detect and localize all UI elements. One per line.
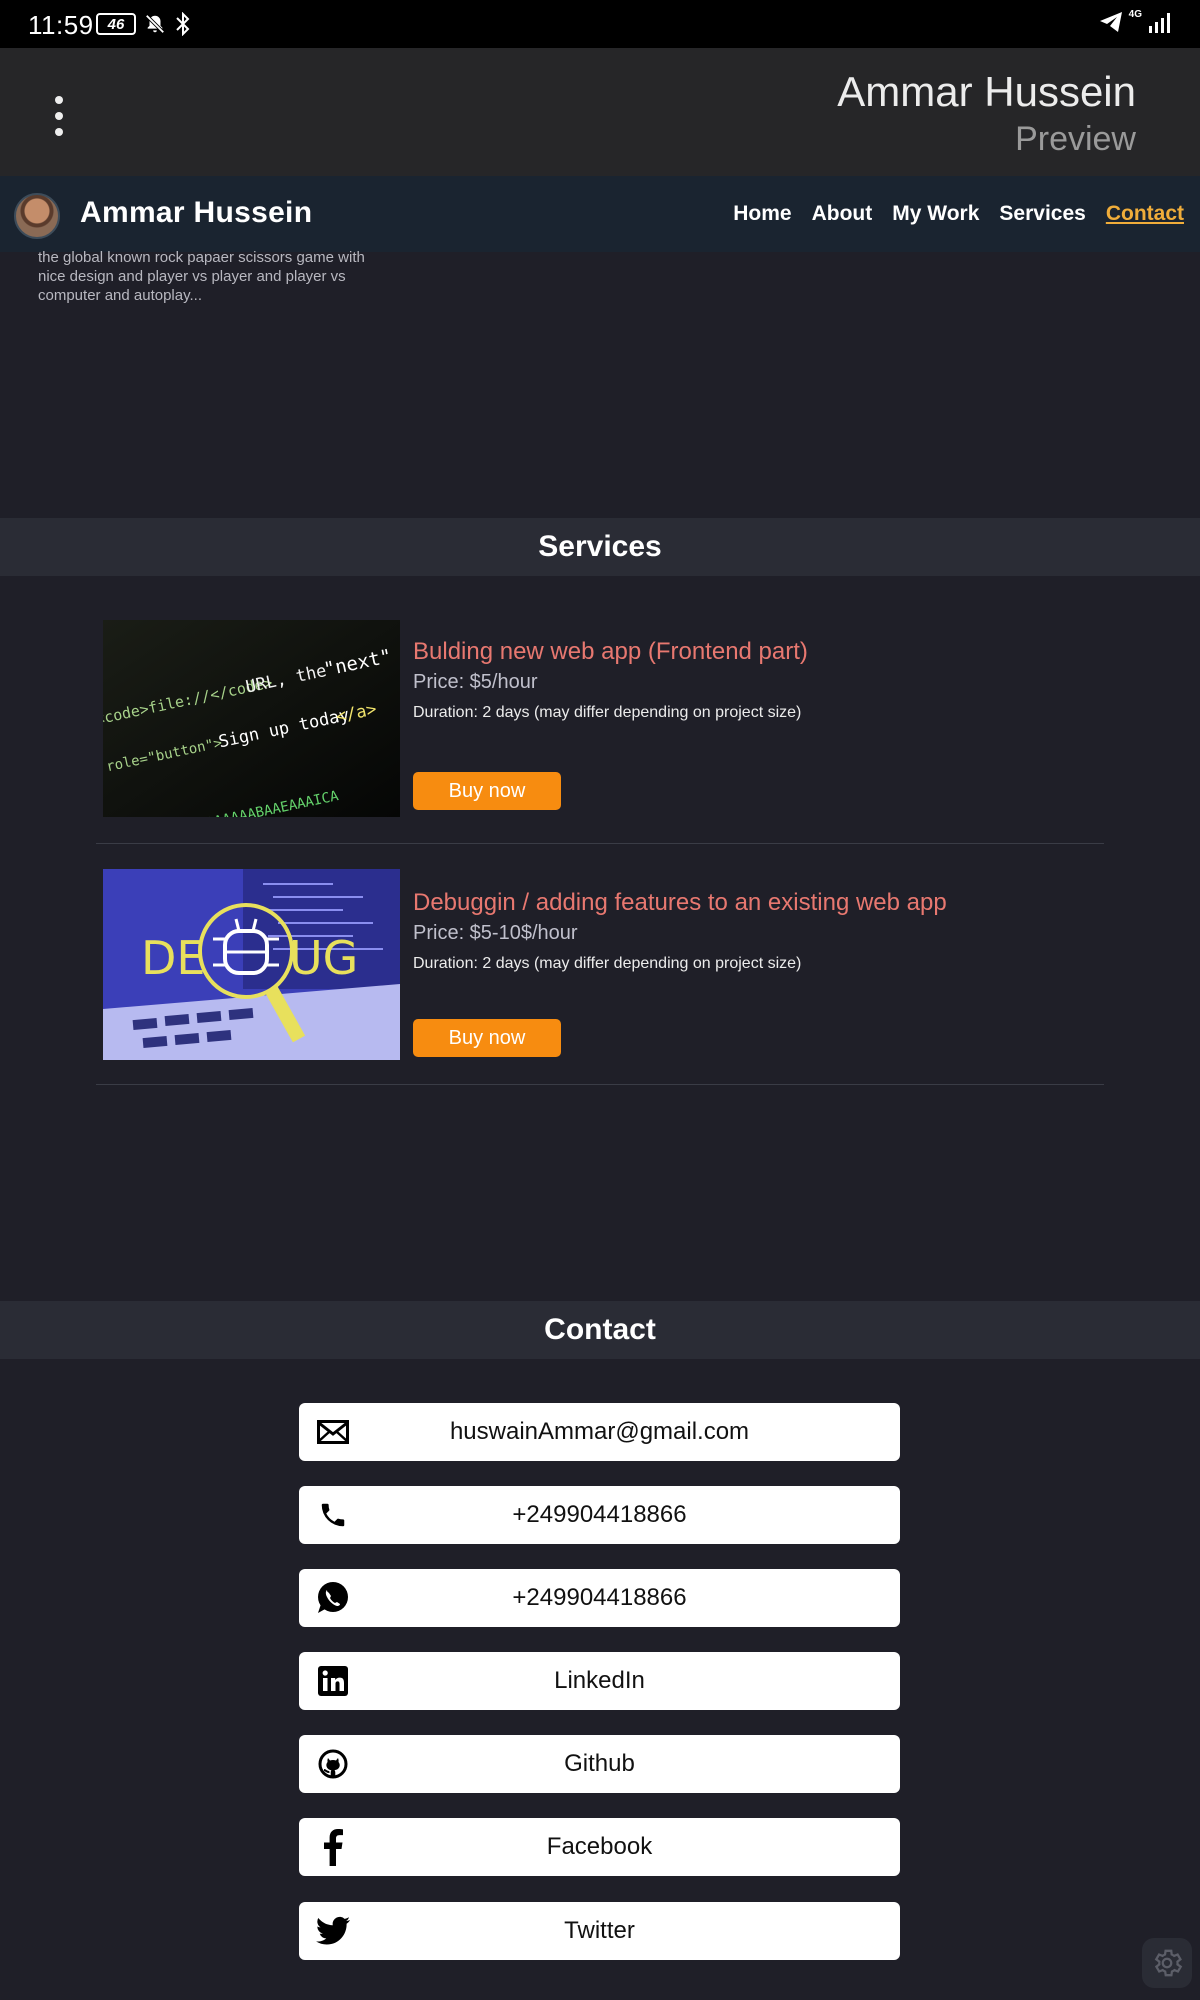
network-type: 4G (1128, 8, 1142, 20)
nav-link-about[interactable]: About (812, 202, 873, 226)
service-duration: Duration: 2 days (may differ depending o… (413, 955, 802, 972)
contact-whatsapp-button[interactable]: +249904418866 (299, 1569, 900, 1627)
contact-label: +249904418866 (512, 1584, 687, 1611)
service-card: DE UG Debuggin / adding features to an e… (96, 868, 1104, 1085)
preview-subtitle: Preview (1015, 120, 1136, 158)
service-price: Price: $5/hour (413, 671, 538, 693)
battery-icon: 46 (96, 13, 136, 35)
nav-link-services[interactable]: Services (999, 202, 1085, 226)
contact-github-button[interactable]: Github (299, 1735, 900, 1793)
status-bar: 11:59 46 4G (0, 0, 1200, 48)
status-time: 11:59 (28, 10, 94, 40)
status-left-icons: 46 (96, 12, 192, 36)
gear-icon (1154, 1949, 1183, 1977)
service-card: <code>file://</code> URL, the "next" " r… (96, 616, 1104, 844)
contact-label: Facebook (546, 1833, 653, 1860)
contact-label: Github (564, 1750, 635, 1777)
nav-link-home[interactable]: Home (733, 202, 791, 226)
contact-linkedin-button[interactable]: LinkedIn (299, 1652, 900, 1710)
avatar (14, 193, 60, 239)
contact-label: LinkedIn (554, 1667, 645, 1694)
contact-label: huswainAmmar@gmail.com (449, 1418, 750, 1445)
contact-twitter-button[interactable]: Twitter (299, 1902, 900, 1960)
contact-facebook-button[interactable]: Facebook (299, 1818, 900, 1876)
nav-link-contact[interactable]: Contact (1106, 202, 1184, 226)
contact-email-button[interactable]: huswainAmmar@gmail.com (299, 1403, 900, 1461)
svg-text:UG: UG (289, 931, 358, 985)
nav-link-my-work[interactable]: My Work (892, 202, 979, 226)
site-navbar: Ammar Hussein Home About My Work Service… (0, 176, 1200, 252)
more-options-icon[interactable] (50, 96, 68, 136)
buy-now-button[interactable]: Buy now (413, 772, 561, 810)
contact-label: Twitter (564, 1917, 635, 1944)
svg-text:DE: DE (141, 931, 206, 985)
service-duration: Duration: 2 days (may differ depending o… (413, 704, 802, 721)
service-title: Debuggin / adding features to an existin… (413, 889, 947, 916)
nav-links: Home About My Work Services Contact (733, 202, 1184, 226)
signal-icon (1149, 13, 1170, 33)
bell-off-icon (145, 14, 165, 34)
services-heading: Services (0, 518, 1200, 576)
contact-heading: Contact (0, 1301, 1200, 1359)
settings-button[interactable] (1142, 1938, 1192, 1988)
bluetooth-icon (176, 12, 190, 36)
contact-label: +249904418866 (512, 1501, 687, 1528)
preview-header: Ammar Hussein Preview (0, 48, 1200, 176)
preview-title: Ammar Hussein (837, 68, 1136, 115)
work-description: the global known rock papaer scissors ga… (38, 249, 365, 304)
battery-level: 46 (107, 15, 125, 33)
buy-now-button[interactable]: Buy now (413, 1019, 561, 1057)
debug-image: DE UG (103, 869, 400, 1060)
status-right-icons: 4G (1099, 8, 1174, 34)
contact-phone-button[interactable]: +249904418866 (299, 1486, 900, 1544)
telegram-icon (1099, 12, 1122, 32)
service-price: Price: $5-10$/hour (413, 922, 578, 944)
service-title: Bulding new web app (Frontend part) (413, 638, 808, 665)
code-screen-image: <code>file://</code> URL, the "next" " r… (103, 620, 400, 817)
site-name[interactable]: Ammar Hussein (80, 196, 312, 230)
